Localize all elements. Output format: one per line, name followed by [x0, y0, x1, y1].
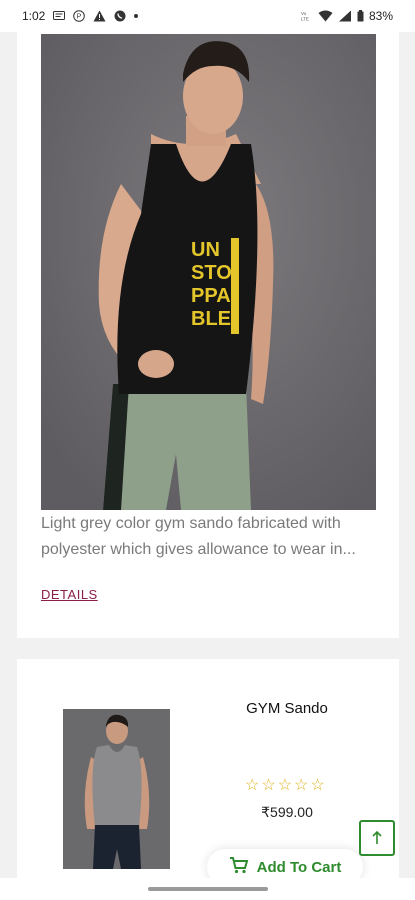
star-outline-icon: ☆ [245, 777, 260, 794]
svg-text:STO: STO [191, 262, 232, 284]
details-link[interactable]: DETAILS [41, 587, 98, 602]
rating-stars: ☆ ☆ ☆ ☆ ☆ [245, 775, 325, 795]
product-hero-image[interactable]: UN STO PPA BLE [41, 34, 376, 510]
volte-icon: Vo LTE [301, 11, 313, 21]
add-to-cart-label: Add To Cart [256, 858, 342, 876]
status-left: 1:02 P [22, 9, 139, 23]
star-outline-icon: ☆ [261, 777, 276, 794]
battery-icon [357, 10, 364, 22]
svg-text:Vo: Vo [301, 11, 307, 16]
svg-text:UN: UN [191, 239, 220, 261]
wifi-icon [318, 10, 333, 22]
cart-icon [229, 856, 249, 878]
whatsapp-icon [114, 10, 126, 22]
svg-text:PPA: PPA [191, 285, 231, 307]
model-illustration: UN STO PPA BLE [41, 34, 376, 510]
product-description: Light grey color gym sando fabricated wi… [41, 511, 386, 563]
message-icon [53, 10, 66, 22]
scroll-to-top-button[interactable] [359, 820, 395, 856]
navigation-bar [0, 878, 415, 900]
p-badge-icon: P [73, 10, 86, 22]
arrow-up-icon [372, 830, 382, 844]
svg-text:P: P [77, 14, 82, 21]
status-time: 1:02 [22, 9, 46, 23]
warning-icon [93, 10, 106, 22]
product-thumbnail[interactable] [63, 709, 170, 869]
description-text: Light grey color gym sando fabricated wi… [41, 515, 356, 558]
product-price: ₹599.00 [261, 804, 313, 820]
dot-icon [134, 14, 139, 18]
star-outline-icon: ☆ [310, 777, 325, 794]
star-outline-icon: ☆ [277, 777, 293, 794]
thumbnail-illustration [63, 709, 170, 869]
signal-icon [338, 10, 352, 22]
status-right: Vo LTE 83% [301, 9, 393, 23]
status-bar: 1:02 P Vo LTE 83% [0, 0, 415, 32]
star-outline-icon: ☆ [294, 777, 309, 794]
product-list-card[interactable]: GYM Sando ☆ ☆ ☆ ☆ ☆ ₹599.00 Add To Cart [17, 659, 399, 900]
home-gesture-handle[interactable] [148, 887, 268, 891]
product-detail-card: UN STO PPA BLE Light grey color gym sand… [17, 32, 399, 638]
svg-text:LTE: LTE [301, 17, 309, 22]
product-name[interactable]: GYM Sando [217, 700, 357, 717]
battery-percent: 83% [368, 9, 393, 23]
svg-text:BLE: BLE [191, 308, 231, 330]
